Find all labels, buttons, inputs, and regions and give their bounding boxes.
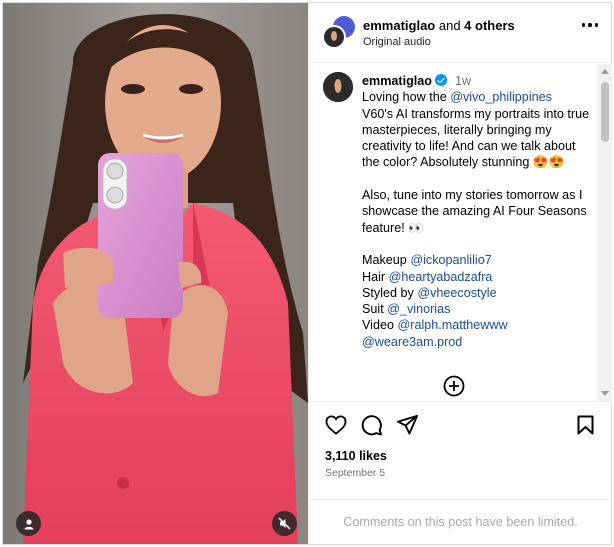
- comment-icon[interactable]: [361, 415, 382, 436]
- mention-link[interactable]: @_vinorias: [387, 302, 450, 316]
- credit-line: Video @ralph.matthewww: [362, 317, 594, 333]
- collab-avatars[interactable]: [322, 15, 356, 51]
- scroll-up-icon[interactable]: [601, 69, 609, 74]
- credit-line: Hair @heartyabadzafra: [362, 269, 594, 285]
- heart-icon[interactable]: [325, 415, 347, 435]
- post-time[interactable]: 1w: [455, 74, 471, 88]
- and-text: and: [435, 18, 465, 33]
- mention-link[interactable]: @ickopanlilio7: [410, 253, 491, 267]
- post-date[interactable]: September 5: [325, 467, 385, 479]
- action-bar: [309, 403, 612, 447]
- scroll-thumb[interactable]: [601, 82, 609, 142]
- likes-count[interactable]: 3,110 likes: [325, 449, 387, 463]
- mention-link[interactable]: @ralph.matthewww: [397, 318, 507, 332]
- post-author-line: emmatiglao and 4 others: [363, 18, 515, 33]
- caption-line: Loving how the: [362, 90, 451, 105]
- bookmark-icon[interactable]: [577, 415, 594, 435]
- user-tag-icon: [24, 518, 33, 529]
- caption-scroll-area[interactable]: emmatiglao 1w Loving how the @vivo_philip…: [309, 64, 612, 402]
- avatar: [322, 16, 355, 49]
- caption-avatar[interactable]: [323, 72, 353, 102]
- add-comment-icon[interactable]: [443, 375, 465, 397]
- scroll-down-icon[interactable]: [601, 391, 609, 396]
- audio-toggle-button[interactable]: [272, 511, 297, 536]
- share-icon[interactable]: [397, 415, 418, 435]
- post-dialog: emmatiglao and 4 others Original audio e…: [2, 2, 612, 545]
- post-media[interactable]: [3, 3, 308, 544]
- muted-speaker-icon: [278, 517, 291, 530]
- audio-link[interactable]: Original audio: [363, 36, 431, 48]
- author-username[interactable]: emmatiglao: [363, 18, 435, 33]
- scrollbar[interactable]: [597, 64, 612, 401]
- caption-body: V60's AI transforms my portraits into tr…: [362, 106, 590, 170]
- credit-label: Makeup: [362, 253, 411, 268]
- mention-link[interactable]: @weare3am.prod: [362, 335, 462, 349]
- others-link[interactable]: 4 others: [464, 18, 515, 33]
- comments-limited-notice: Comments on this post have been limited.: [309, 499, 612, 544]
- credit-label: Styled by: [362, 285, 418, 300]
- mention-link[interactable]: @vivo_philippines: [450, 90, 552, 104]
- post-photo: [3, 3, 308, 544]
- caption-paragraph: Also, tune into my stories tomorrow as I…: [362, 188, 587, 235]
- mention-link[interactable]: @vheecostyle: [417, 286, 496, 300]
- verified-badge-icon: [435, 74, 447, 86]
- caption-text: emmatiglao 1w Loving how the @vivo_philip…: [362, 73, 594, 350]
- tagged-users-button[interactable]: [16, 511, 41, 536]
- credit-line: Makeup @ickopanlilio7: [362, 252, 594, 268]
- credit-line: Styled by @vheecostyle: [362, 285, 594, 301]
- caption-username[interactable]: emmatiglao: [362, 74, 432, 88]
- credit-label: Hair: [362, 269, 389, 284]
- credit-line: Suit @_vinorias: [362, 301, 594, 317]
- more-options-icon[interactable]: [581, 23, 598, 27]
- credit-label: Video: [362, 318, 398, 333]
- credit-line: @weare3am.prod: [362, 334, 594, 350]
- avatar-image: [323, 72, 353, 102]
- credit-label: Suit: [362, 302, 388, 317]
- post-side-panel: emmatiglao and 4 others Original audio e…: [308, 3, 612, 544]
- post-header: emmatiglao and 4 others Original audio: [309, 3, 612, 63]
- mention-link[interactable]: @heartyabadzafra: [389, 270, 493, 284]
